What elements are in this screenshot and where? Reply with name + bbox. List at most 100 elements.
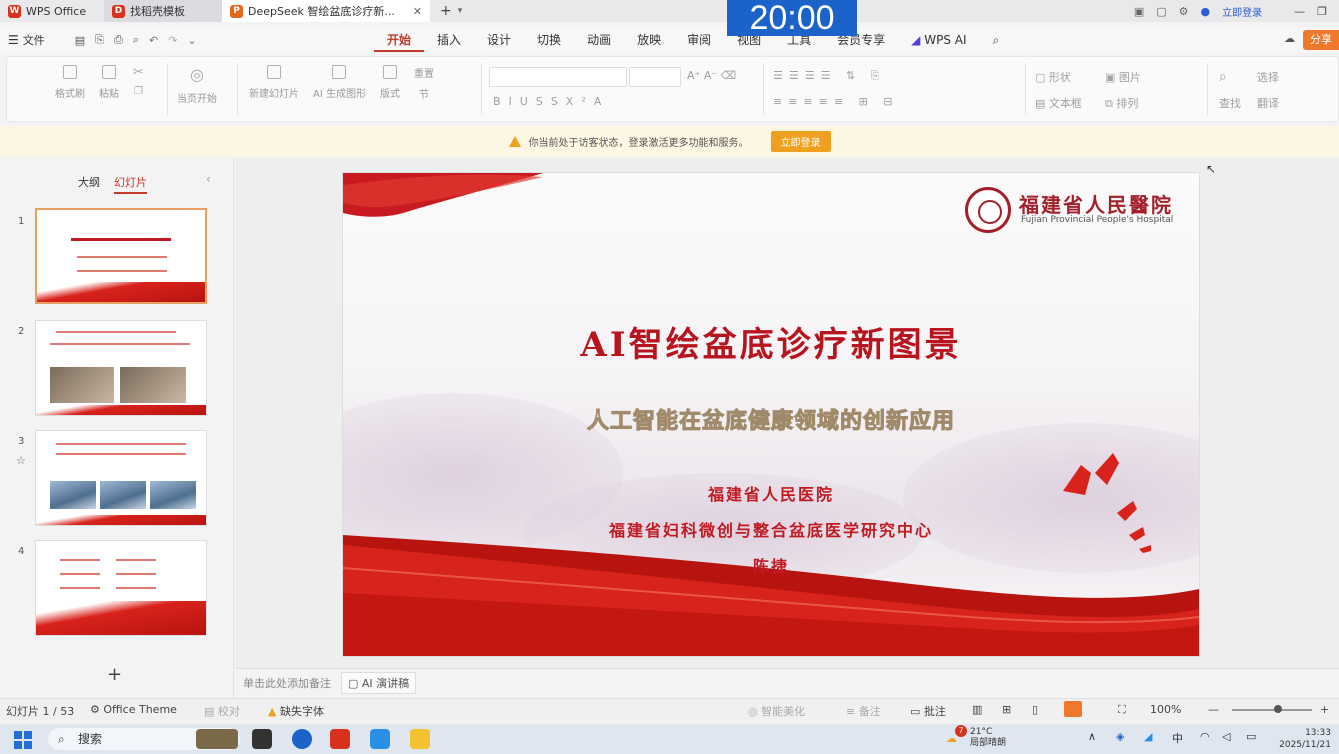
hamburger-icon[interactable]: ☰ xyxy=(8,33,19,47)
paragraph-icons[interactable]: ☰☰☰☰ ⇅ ⎘ xyxy=(773,69,885,83)
meeting-app-icon[interactable] xyxy=(292,729,312,749)
translate-button[interactable]: 翻译 xyxy=(1257,95,1279,111)
ime-indicator[interactable]: 中 xyxy=(1172,730,1183,746)
weather-widget[interactable]: 21°C 局部晴朗 xyxy=(970,727,1006,749)
cloud-sync-icon[interactable]: ▣ xyxy=(1134,5,1144,18)
file-menu[interactable]: 文件 xyxy=(23,32,45,48)
undo-icon[interactable]: ↶ xyxy=(149,34,158,47)
notes-placeholder[interactable]: 单击此处添加备注 xyxy=(243,675,331,691)
zoom-level[interactable]: 100% xyxy=(1150,703,1181,716)
search-icon[interactable]: ⌕ xyxy=(980,28,1013,52)
battery-icon[interactable]: ▭ xyxy=(1246,730,1256,743)
star-icon[interactable]: ☆ xyxy=(16,454,26,467)
slide-thumbnail-1[interactable] xyxy=(35,208,207,304)
arrange-button[interactable]: ⧉ 排列 xyxy=(1105,95,1138,111)
zoom-slider[interactable] xyxy=(1232,709,1312,711)
layout-button[interactable]: 版式 xyxy=(380,65,400,100)
tab-outline[interactable]: 大纲 xyxy=(78,174,100,194)
current-slide[interactable]: 福建省人民醫院 Fujian Provincial People's Hospi… xyxy=(343,173,1199,656)
print-preview-icon[interactable]: ⌕ xyxy=(133,33,139,47)
menu-insert[interactable]: 插入 xyxy=(424,28,474,52)
tab-presentation[interactable]: P DeepSeek 智绘盆底诊疗新... ✕ xyxy=(222,0,430,22)
file-explorer-icon[interactable] xyxy=(410,729,430,749)
new-slide-button[interactable]: 新建幻灯片 xyxy=(249,65,299,100)
play-from-current-button[interactable]: ◎ 当页开始 xyxy=(177,65,217,105)
slide-title[interactable]: AI智绘盆底诊疗新图景 xyxy=(343,317,1199,366)
minimize-icon[interactable]: — xyxy=(1294,5,1305,18)
slide-thumbnail-4[interactable] xyxy=(35,540,207,636)
slide-subtitle[interactable]: 人工智能在盆底健康领域的创新应用 xyxy=(343,403,1199,435)
grow-font-icon[interactable]: A⁺ A⁻ ⌫ xyxy=(687,69,736,82)
find-icon[interactable]: ⌕ xyxy=(1219,69,1227,85)
format-painter-button[interactable]: 格式刷 xyxy=(55,65,85,100)
feishu-app-icon[interactable] xyxy=(370,729,390,749)
cloud-upload-icon[interactable]: ☁ xyxy=(1284,32,1295,45)
fit-window-icon[interactable]: ⛶ xyxy=(1118,703,1126,717)
missing-font-button[interactable]: ▲ 缺失字体 xyxy=(268,703,324,719)
find-label[interactable]: 查找 xyxy=(1219,95,1241,111)
textbox-button[interactable]: ▤ 文本框 xyxy=(1035,95,1082,111)
ai-generate-button[interactable]: AI 生成图形 xyxy=(313,65,366,100)
zoom-slider-handle[interactable] xyxy=(1274,705,1282,713)
print-icon[interactable]: ⎙ xyxy=(114,33,123,47)
notes-toggle-button[interactable]: ≡ 备注 xyxy=(846,703,881,719)
share-button[interactable]: 分享 xyxy=(1303,30,1339,50)
slide-institution[interactable]: 福建省人民医院 xyxy=(343,481,1199,505)
collapse-panel-icon[interactable]: ‹ xyxy=(206,172,211,186)
wps-taskbar-icon[interactable] xyxy=(330,729,350,749)
export-icon[interactable]: ⎘ xyxy=(95,33,104,47)
user-avatar-icon[interactable]: ● xyxy=(1201,5,1211,18)
grid-view-icon[interactable]: ⊞ xyxy=(1002,703,1011,716)
slide-thumbnail-3[interactable] xyxy=(35,430,207,526)
cut-copy-button[interactable]: ✂ ❐ xyxy=(133,65,144,97)
picture-button[interactable]: ▣ 图片 xyxy=(1105,69,1141,85)
task-view-icon[interactable] xyxy=(252,729,272,749)
close-tab-icon[interactable]: ✕ xyxy=(413,5,422,18)
reset-section-button[interactable]: 重置 节 xyxy=(414,65,434,101)
slideshow-play-button[interactable] xyxy=(1064,701,1082,717)
tray-feishu-icon[interactable]: ◢ xyxy=(1144,730,1152,743)
normal-view-icon[interactable]: ▥ xyxy=(972,703,982,716)
font-size-select[interactable] xyxy=(629,67,681,87)
font-family-select[interactable] xyxy=(489,67,627,87)
smart-beautify-button[interactable]: ◎ 智能美化 xyxy=(748,703,805,719)
zoom-in-icon[interactable]: + xyxy=(1320,703,1329,716)
tray-expand-icon[interactable]: ∧ xyxy=(1088,730,1096,743)
quick-access-chevron-icon[interactable]: ⌄ xyxy=(187,34,196,47)
notice-login-button[interactable]: 立即登录 xyxy=(770,130,831,152)
system-clock[interactable]: 13:33 2025/11/21 xyxy=(1279,727,1331,751)
menu-design[interactable]: 设计 xyxy=(474,28,524,52)
font-style-icons[interactable]: BIUSSX²A xyxy=(493,95,609,108)
shape-button[interactable]: ▢ 形状 xyxy=(1035,69,1071,85)
windows-start-icon[interactable] xyxy=(14,731,32,749)
menu-animation[interactable]: 动画 xyxy=(574,28,624,52)
tab-list-chevron-icon[interactable]: ▾ xyxy=(458,6,463,16)
wifi-icon[interactable]: ◠ xyxy=(1200,730,1210,743)
zoom-out-icon[interactable]: — xyxy=(1208,703,1219,716)
align-icons[interactable]: ≡≡≡≡≡ ⊞ ⊟ xyxy=(773,95,899,108)
tray-security-icon[interactable]: ◈ xyxy=(1116,730,1124,743)
slide-thumbnail-2[interactable] xyxy=(35,320,207,416)
tab-slides[interactable]: 幻灯片 xyxy=(114,174,147,194)
tab-wps-office[interactable]: W WPS Office xyxy=(0,0,104,22)
comments-button[interactable]: ▭ 批注 xyxy=(910,703,946,719)
paste-button[interactable]: 粘贴 xyxy=(99,65,119,100)
new-tab-icon[interactable]: + xyxy=(440,3,452,19)
window-icon[interactable]: ▢ xyxy=(1156,5,1166,18)
settings-icon[interactable]: ⚙ xyxy=(1179,5,1189,18)
slide-author[interactable]: 陈捷 xyxy=(343,553,1199,577)
redo-icon[interactable]: ↷ xyxy=(168,34,177,47)
save-icon[interactable]: ▤ xyxy=(75,34,85,47)
slide-research-center[interactable]: 福建省妇科微创与整合盆底医学研究中心 xyxy=(343,517,1199,541)
select-button[interactable]: 选择 xyxy=(1257,69,1279,85)
menu-wps-ai[interactable]: ◢ WPS AI xyxy=(898,28,979,52)
volume-icon[interactable]: ◁ xyxy=(1222,730,1230,743)
proofread-button[interactable]: ▤ 校对 xyxy=(204,703,240,719)
theme-button[interactable]: ⚙ Office Theme xyxy=(90,703,177,716)
tab-template[interactable]: D 找稻壳模板 xyxy=(104,0,222,22)
menu-home[interactable]: 开始 xyxy=(374,28,425,52)
menu-review[interactable]: 审阅 xyxy=(674,28,724,52)
add-slide-button[interactable]: + xyxy=(107,664,122,685)
ai-speech-button[interactable]: ▢ AI 演讲稿 xyxy=(341,671,417,694)
menu-slideshow[interactable]: 放映 xyxy=(624,28,674,52)
